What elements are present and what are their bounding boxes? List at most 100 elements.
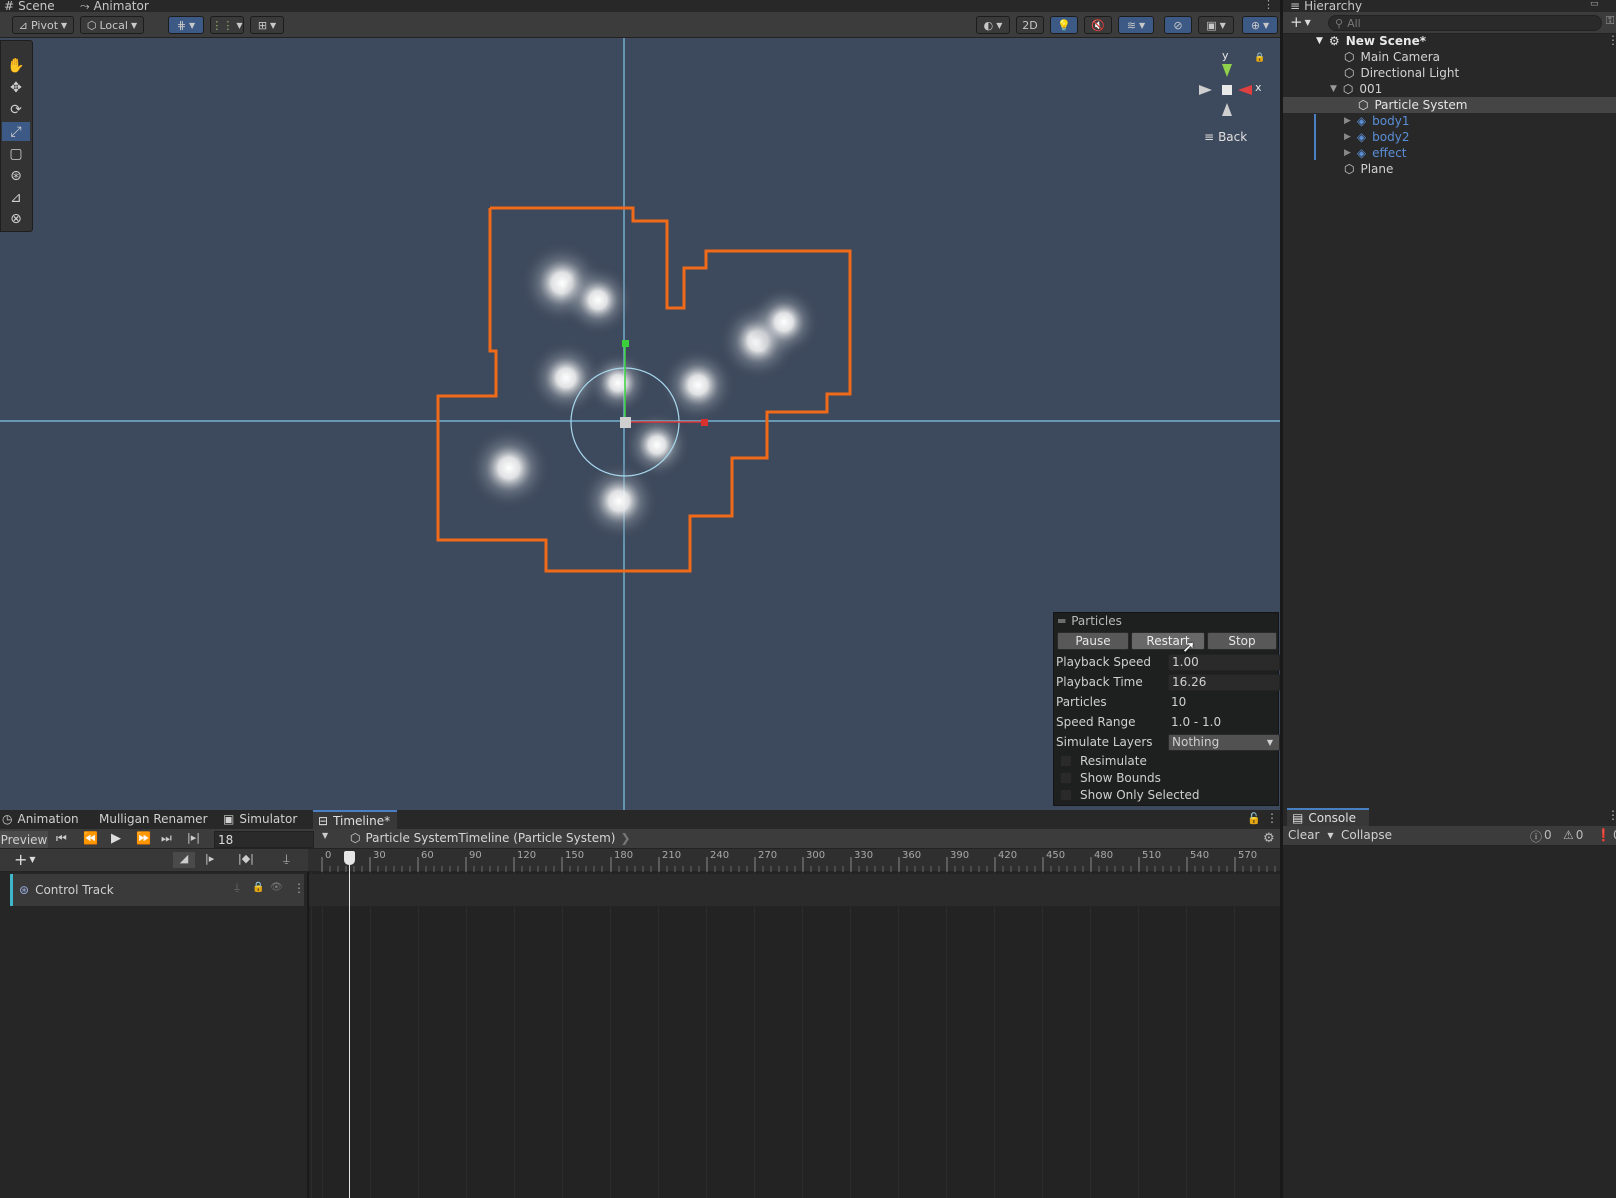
tab-options-icon[interactable]: ⋮	[1263, 0, 1274, 10]
curve-toggle-icon[interactable]: ◢	[173, 852, 195, 868]
track-visibility-icon[interactable]: 👁	[270, 882, 283, 893]
collider-tool-icon[interactable]: ⊗	[2, 209, 30, 228]
effects-toggle[interactable]: ≋ ▼	[1118, 16, 1154, 34]
resimulate-toggle[interactable]: Resimulate	[1060, 752, 1286, 770]
hierarchy-search-input[interactable]: ⚲ All	[1328, 15, 1602, 31]
create-dropdown[interactable]: + ▼	[1290, 13, 1311, 31]
ripple-icon[interactable]: |◆|	[238, 852, 254, 865]
scene-root[interactable]: ▼ ⚙ New Scene*	[1316, 33, 1426, 49]
pivot-dropdown[interactable]: ⊿ Pivot ▼	[12, 16, 74, 34]
show-bounds-checkbox[interactable]	[1060, 772, 1072, 784]
warning-count-toggle[interactable]: ⚠ 0	[1563, 828, 1583, 842]
timeline-asset-dropdown[interactable]: ▼	[322, 831, 328, 840]
audio-toggle[interactable]: 🔇	[1084, 16, 1112, 34]
hand-tool-icon[interactable]: ✋	[2, 56, 30, 75]
playback-time-field[interactable]: 16.26	[1168, 673, 1280, 691]
console-menu-icon[interactable]: ⋮	[1607, 808, 1616, 822]
chevron-down-icon: ▼	[1139, 20, 1146, 30]
collapse-button[interactable]: Collapse	[1341, 828, 1392, 842]
eye-slash-icon: ⊘	[1173, 18, 1183, 32]
shading-mode-dropdown[interactable]: ◐ ▼	[976, 16, 1010, 34]
hierarchy-item-main-camera[interactable]: ⬡ Main Camera	[1344, 49, 1440, 65]
resimulate-checkbox[interactable]	[1060, 755, 1072, 767]
chevron-down-icon: ▼	[1219, 20, 1226, 30]
snap-increment-button[interactable]: ⋮⋮ ▼	[210, 16, 244, 34]
stop-button[interactable]: Stop	[1207, 632, 1277, 650]
tab-timeline[interactable]: ⊟ Timeline*	[313, 810, 397, 829]
tab-scene[interactable]: # Scene	[4, 0, 55, 12]
maximize-icon[interactable]: ▭	[1590, 0, 1599, 9]
hierarchy-item-directional-light[interactable]: ⬡ Directional Light	[1344, 65, 1459, 81]
track-menu-icon[interactable]: ⋮	[293, 881, 305, 895]
tick-label: 450	[1046, 850, 1066, 861]
timeline-ruler[interactable]	[308, 849, 1280, 872]
scale-tool-icon[interactable]: ⤢	[2, 122, 30, 141]
2d-toggle[interactable]: 2D	[1016, 16, 1044, 34]
pin-icon[interactable]: ⍊	[283, 852, 290, 866]
tick-label: 330	[854, 850, 874, 861]
clear-button[interactable]: Clear ▼	[1288, 828, 1334, 842]
tab-animation[interactable]: ◷ Animation	[2, 812, 79, 826]
track-mute-icon[interactable]: 🔒	[252, 882, 264, 893]
tab-mulligan-renamer[interactable]: Mulligan Renamer	[99, 812, 208, 826]
hierarchy-item-001[interactable]: ▼ ⬡ 001	[1330, 81, 1382, 97]
custom-tool-icon[interactable]: ⊿	[2, 188, 30, 207]
preview-button[interactable]: Preview	[0, 831, 48, 848]
search-options-icon[interactable]: ⚿	[1606, 14, 1614, 28]
play-range-icon[interactable]: |▸|	[187, 831, 200, 844]
chevron-down-icon: ▼	[236, 20, 243, 30]
track-toolbar	[0, 849, 308, 872]
lighting-toggle[interactable]: 💡	[1050, 16, 1078, 34]
add-track-dropdown[interactable]: + ▼	[14, 850, 36, 869]
console-log-area[interactable]	[1283, 846, 1616, 1198]
tab-animator[interactable]: ⤳ Animator	[80, 0, 149, 12]
clip-area[interactable]	[309, 872, 1280, 1198]
show-only-selected-toggle[interactable]: Show Only Selected	[1060, 786, 1286, 804]
info-count-toggle[interactable]: ⓘ 0	[1530, 828, 1552, 845]
previous-frame-icon[interactable]: ⏪	[83, 831, 98, 845]
gizmo-center	[620, 417, 631, 428]
show-bounds-toggle[interactable]: Show Bounds	[1060, 769, 1286, 787]
hierarchy-item-body1[interactable]: ▶ ◈ body1	[1344, 113, 1409, 129]
pause-button[interactable]: Pause	[1057, 632, 1129, 650]
lock-icon[interactable]: 🔒	[1254, 53, 1265, 63]
hierarchy-item-plane[interactable]: ⬡ Plane	[1344, 161, 1393, 177]
go-to-end-icon[interactable]: ⏭	[161, 831, 172, 846]
next-frame-icon[interactable]: ⏩	[136, 831, 151, 845]
timeline-settings-icon[interactable]: ⚙	[1263, 831, 1275, 846]
transform-tool-icon[interactable]: ⊛	[2, 166, 30, 185]
go-to-start-icon[interactable]: ⏮	[56, 831, 67, 846]
move-tool-icon[interactable]: ✥	[2, 78, 30, 97]
gizmos-dropdown[interactable]: ⊕ ▼	[1242, 16, 1278, 34]
view-label-button[interactable]: ≡ Back	[1204, 130, 1247, 144]
rotate-tool-icon[interactable]: ⟳	[2, 100, 30, 119]
hierarchy-item-effect[interactable]: ▶ ◈ effect	[1344, 145, 1407, 161]
rect-tool-icon[interactable]: ▢	[2, 144, 30, 163]
playhead-handle[interactable]	[344, 851, 355, 865]
tab-console[interactable]: ▤ Console	[1287, 808, 1369, 826]
track-lock-icon[interactable]: ⍊	[234, 882, 240, 893]
error-count-toggle[interactable]: ❗0	[1596, 828, 1616, 842]
play-icon[interactable]: ▶	[111, 831, 121, 846]
show-only-selected-checkbox[interactable]	[1060, 789, 1072, 801]
effects-icon: ≋	[1126, 18, 1137, 32]
hidden-objects-toggle[interactable]: ⊘	[1164, 16, 1192, 34]
hierarchy-item-body2[interactable]: ▶ ◈ body2	[1344, 129, 1409, 145]
hierarchy-panel	[1283, 0, 1616, 810]
scene-menu-icon[interactable]: ⋮	[1607, 33, 1616, 47]
ruler-button[interactable]: ⊞ ▼	[250, 16, 284, 34]
snap-icon[interactable]: |▸	[205, 852, 214, 865]
simulate-layers-dropdown[interactable]: Nothing ▼	[1168, 733, 1280, 751]
grid-snap-toggle[interactable]: ⋕ ▼	[168, 16, 204, 34]
playhead-line	[349, 860, 350, 1198]
tab-simulator[interactable]: ▣ Simulator	[223, 812, 297, 826]
tab-hierarchy[interactable]: ≡ Hierarchy	[1290, 0, 1362, 12]
timeline-menu-icon[interactable]: ⋮	[1266, 811, 1278, 825]
timeline-breadcrumb[interactable]: ⬡ Particle SystemTimeline (Particle Syste…	[350, 831, 631, 845]
hierarchy-item-particle-system[interactable]: ⬡ Particle System	[1358, 97, 1467, 113]
camera-dropdown[interactable]: ▣ ▼	[1198, 16, 1234, 34]
local-dropdown[interactable]: ⬡ Local ▼	[80, 16, 144, 34]
timeline-lock-icon[interactable]: 🔓	[1247, 812, 1261, 825]
frame-input[interactable]: 18	[214, 831, 314, 848]
playback-speed-field[interactable]: 1.00	[1168, 653, 1280, 671]
